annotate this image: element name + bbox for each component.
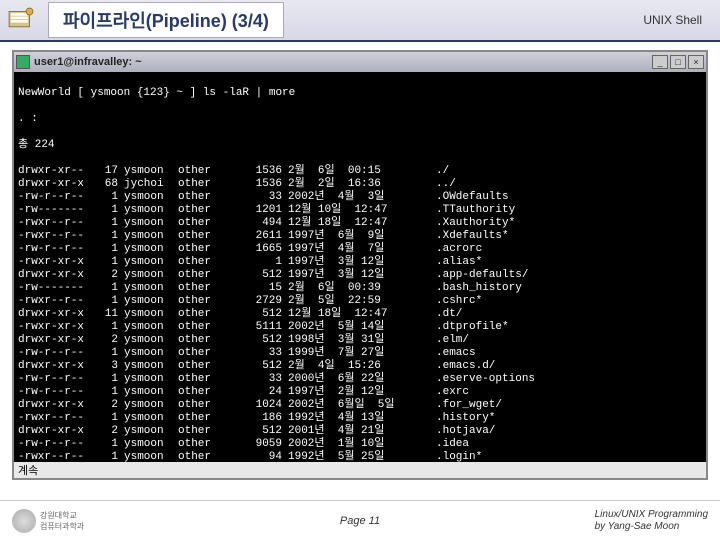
total-line: 총 224	[18, 139, 702, 152]
listing-row: -rw-------1ysmoonother152월 6일 00:39.bash…	[18, 282, 702, 295]
listing-row: drwxr-xr-x2ysmoonother10242002년 6월일 5일.f…	[18, 399, 702, 412]
title-box: 파이프라인(Pipeline) (3/4)	[48, 2, 284, 38]
listing-row: drwxr-xr-x68jychoiother15362월 2일 16:36..…	[18, 178, 702, 191]
listing-row: drwxr-xr-x2ysmoonother5121998년 3월 31일.el…	[18, 334, 702, 347]
slide-header: 파이프라인(Pipeline) (3/4) UNIX Shell	[0, 0, 720, 42]
terminal-app-icon	[16, 55, 30, 69]
listing-row: -rwxr--r--1ysmoonother27292월 5일 22:59.cs…	[18, 295, 702, 308]
listing-row: -rwxr-xr-x1ysmoonother11997년 3월 12일.alia…	[18, 256, 702, 269]
terminal-body[interactable]: NewWorld [ ysmoon {123} ~ ] ls -laR | mo…	[14, 72, 706, 462]
footer-credit: Linux/UNIX Programming by Yang-Sae Moon	[595, 509, 708, 533]
terminal-title: user1@infravalley: ~	[34, 56, 142, 68]
terminal-window: user1@infravalley: ~ _ □ × NewWorld [ ys…	[12, 50, 708, 480]
listing-row: -rw-r--r--1ysmoonother241997년 2월 12일.exr…	[18, 386, 702, 399]
listing-row: -rw-r--r--1ysmoonother90592002년 1월 10일.i…	[18, 438, 702, 451]
header-icon	[0, 0, 42, 41]
slide-footer: 강원대학교 컴퓨터과학과 Page 11 Linux/UNIX Programm…	[0, 500, 720, 540]
listing-row: -rw-r--r--1ysmoonother331999년 7월 27일.ema…	[18, 347, 702, 360]
listing-row: -rwxr-xr-x1ysmoonother51112002년 5월 14일.d…	[18, 321, 702, 334]
close-button[interactable]: ×	[688, 55, 704, 69]
listing-row: -rwxr--r--1ysmoonother1861992년 4월 13일.hi…	[18, 412, 702, 425]
dot-line: . :	[18, 113, 702, 126]
listing-row: -rwxr--r--1ysmoonother941992년 5월 25일.log…	[18, 451, 702, 462]
listing-row: drwxr-xr-x2ysmoonother5122001년 4월 21일.ho…	[18, 425, 702, 438]
credit-line-2: by Yang-Sae Moon	[595, 521, 708, 533]
maximize-button[interactable]: □	[670, 55, 686, 69]
listing-row: -rw-r--r--1ysmoonother332002년 4월 3일.OWde…	[18, 191, 702, 204]
terminal-titlebar: user1@infravalley: ~ _ □ ×	[14, 52, 706, 72]
listing-row: -rw-r--r--1ysmoonother332000년 6월 22일.ese…	[18, 373, 702, 386]
listing-row: -rw-------1ysmoonother120112월 10일 12:47.…	[18, 204, 702, 217]
prompt-line: NewWorld [ ysmoon {123} ~ ] ls -laR | mo…	[18, 87, 702, 100]
credit-line-1: Linux/UNIX Programming	[595, 509, 708, 521]
minimize-button[interactable]: _	[652, 55, 668, 69]
listing-row: drwxr-xr--17ysmoonother15362월 6일 00:15./	[18, 165, 702, 178]
listing-row: -rw-r--r--1ysmoonother16651997년 4월 7일.ac…	[18, 243, 702, 256]
page-number: Page 11	[340, 515, 380, 527]
section-label: UNIX Shell	[643, 13, 702, 27]
listing-row: drwxr-xr-x2ysmoonother5121997년 3월 12일.ap…	[18, 269, 702, 282]
listing-row: drwxr-xr-x11ysmoonother51212월 18일 12:47.…	[18, 308, 702, 321]
listing-row: -rwxr--r--1ysmoonother26111997년 6월 9일.Xd…	[18, 230, 702, 243]
footer-logo-icon	[12, 509, 36, 533]
listing-row: drwxr-xr-x3ysmoonother5122월 4일 15:26.ema…	[18, 360, 702, 373]
content-area: user1@infravalley: ~ _ □ × NewWorld [ ys…	[0, 42, 720, 500]
more-prompt[interactable]: 계속	[14, 462, 706, 478]
listing-row: -rwxr--r--1ysmoonother49412월 18일 12:47.X…	[18, 217, 702, 230]
footer-logo-text: 강원대학교 컴퓨터과학과	[40, 510, 84, 532]
slide-title: 파이프라인(Pipeline) (3/4)	[63, 11, 269, 31]
